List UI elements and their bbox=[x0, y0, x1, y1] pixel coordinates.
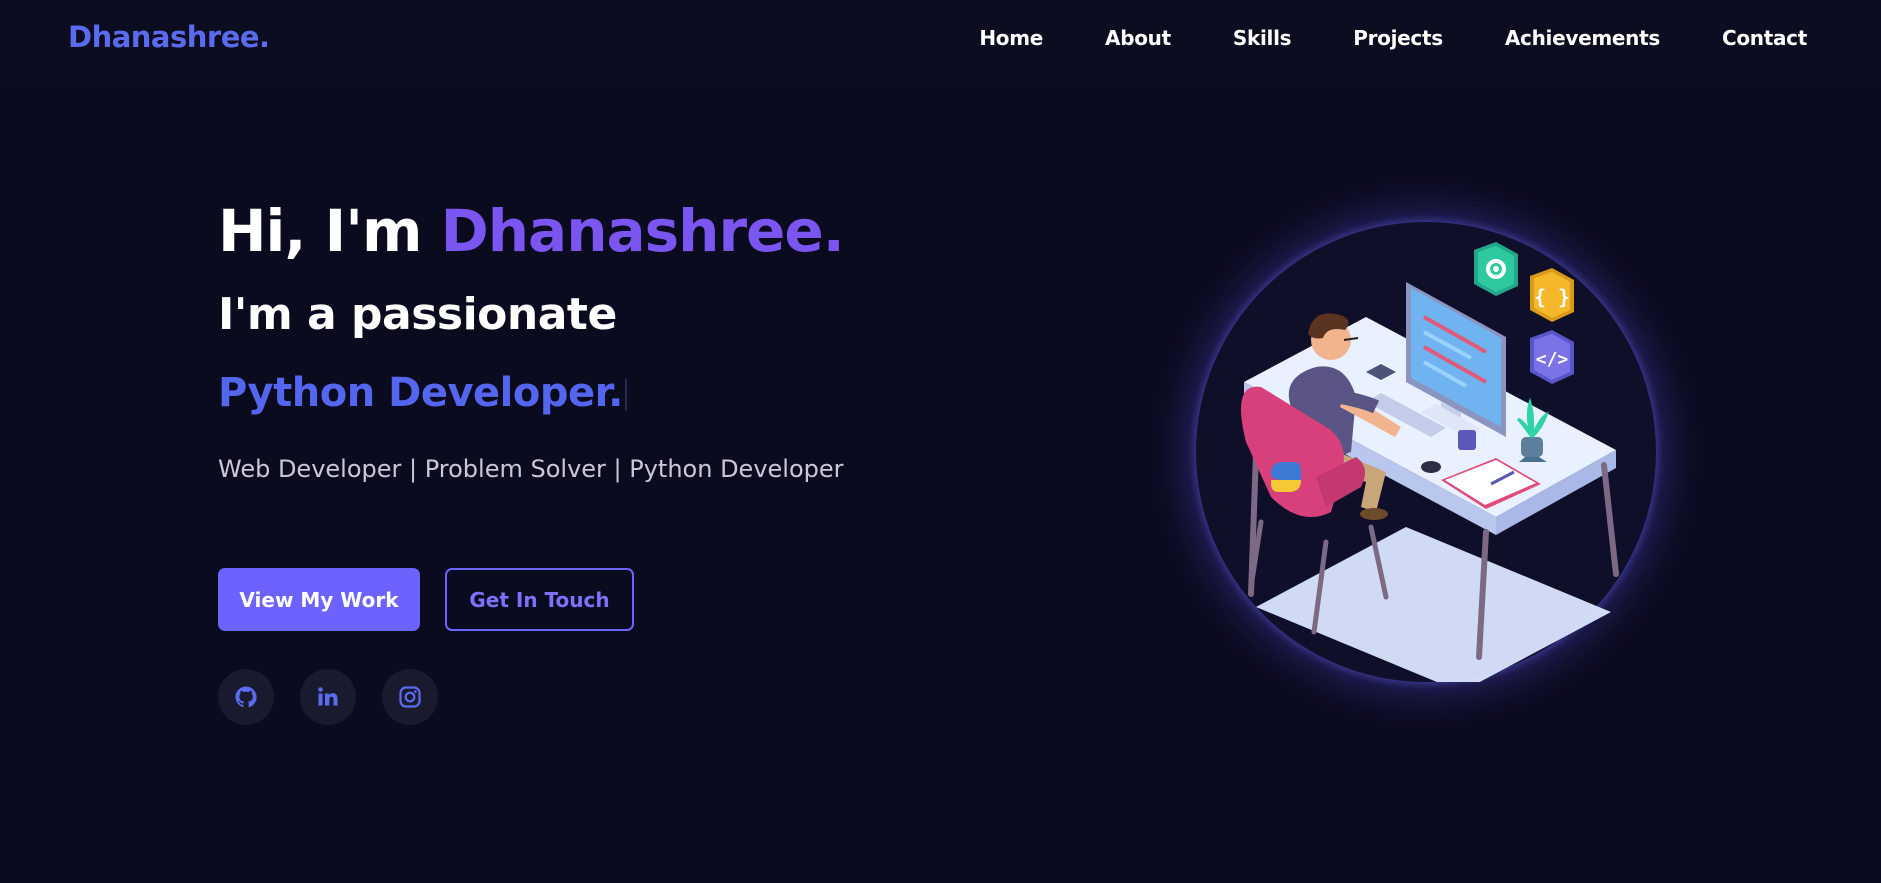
typing-cursor bbox=[624, 379, 627, 411]
hero-subtitle: I'm a passionate bbox=[218, 289, 617, 340]
svg-text:{ }: { } bbox=[1534, 285, 1570, 309]
github-icon bbox=[235, 686, 257, 708]
svg-text:</>: </> bbox=[1536, 349, 1569, 370]
view-my-work-button[interactable]: View My Work bbox=[218, 568, 420, 631]
hero-tagline: Web Developer | Problem Solver | Python … bbox=[218, 455, 844, 483]
nav-link-achievements[interactable]: Achievements bbox=[1505, 26, 1660, 50]
linkedin-link[interactable] bbox=[300, 669, 356, 725]
hero-role: Python Developer. bbox=[218, 368, 918, 418]
hero-title: Hi, I'm Dhanashree. bbox=[218, 196, 918, 266]
hero-role-text: Python Developer. bbox=[218, 370, 623, 416]
social-links bbox=[218, 669, 464, 725]
nav-link-about[interactable]: About bbox=[1105, 26, 1171, 50]
navbar: Dhanashree. Home About Skills Projects A… bbox=[0, 0, 1881, 86]
hero-buttons: View My Work Get In Touch bbox=[218, 568, 634, 631]
nav-link-skills[interactable]: Skills bbox=[1233, 26, 1292, 50]
hero-name: Dhanashree. bbox=[440, 197, 845, 265]
hero-section: Hi, I'm Dhanashree. I'm a passionate Pyt… bbox=[218, 196, 918, 484]
instagram-link[interactable] bbox=[382, 669, 438, 725]
nav-links: Home About Skills Projects Achievements … bbox=[917, 26, 1807, 50]
get-in-touch-button[interactable]: Get In Touch bbox=[445, 568, 634, 631]
nav-link-home[interactable]: Home bbox=[979, 26, 1043, 50]
nav-link-contact[interactable]: Contact bbox=[1722, 26, 1807, 50]
site-logo[interactable]: Dhanashree. bbox=[68, 20, 270, 54]
linkedin-icon bbox=[318, 687, 338, 706]
instagram-icon bbox=[399, 686, 421, 708]
github-link[interactable] bbox=[218, 669, 274, 725]
hero-illustration: { } </> bbox=[1196, 222, 1656, 692]
nav-link-projects[interactable]: Projects bbox=[1353, 26, 1443, 50]
developer-at-desk-illustration: { } </> bbox=[1241, 242, 1619, 692]
hero-greeting: Hi, I'm bbox=[218, 197, 441, 265]
